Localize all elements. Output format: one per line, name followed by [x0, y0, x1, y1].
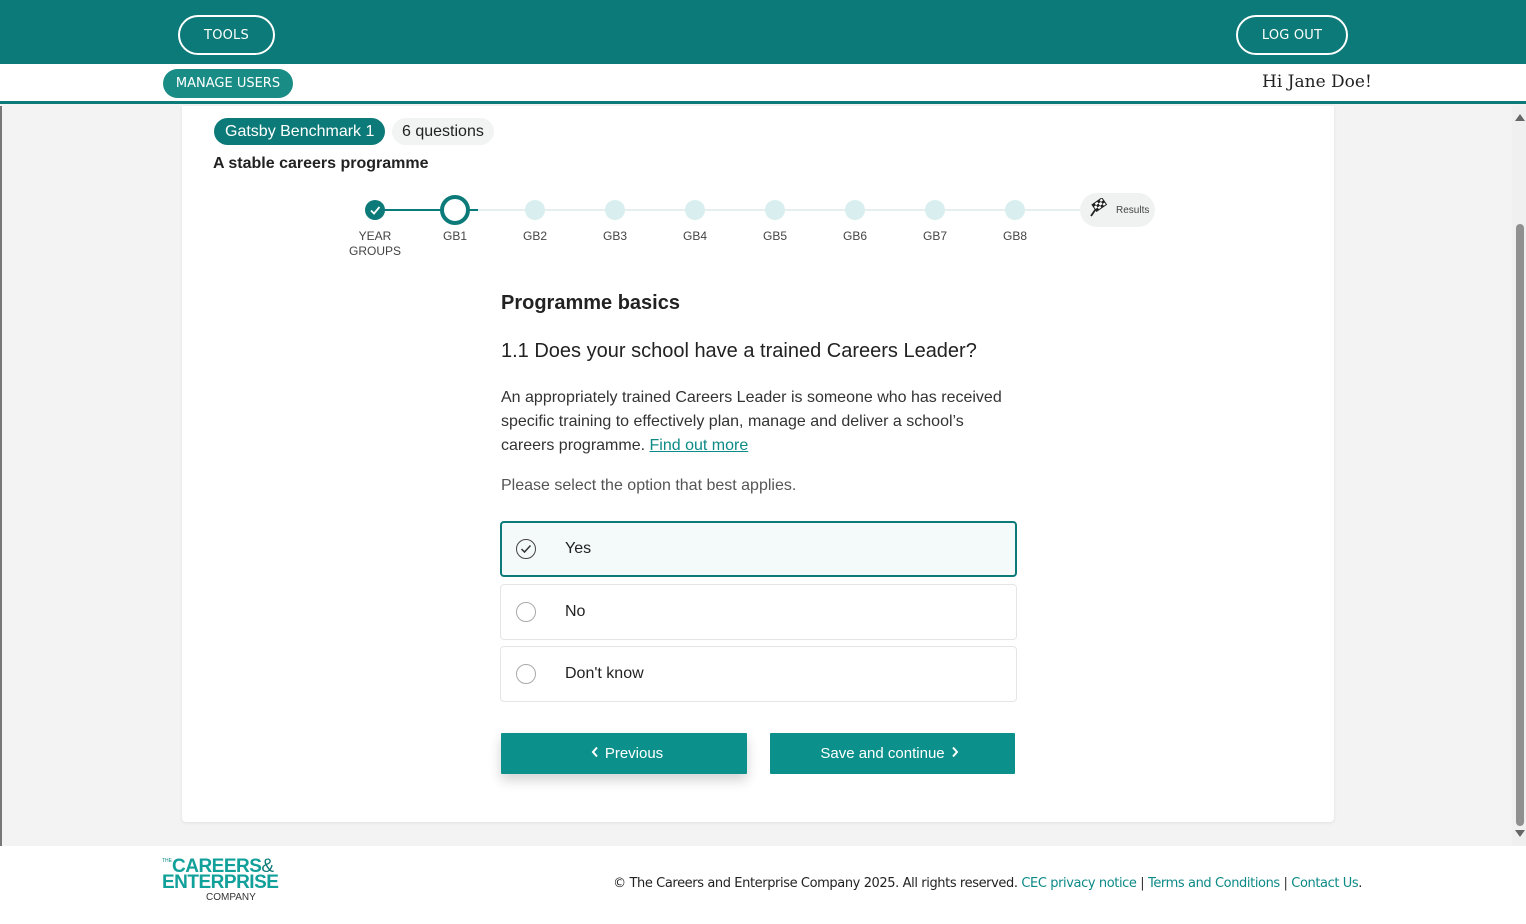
step-label: GB4 [682, 229, 707, 243]
logo-the: THE [162, 858, 172, 864]
save-and-continue-label: Save and continue [820, 745, 945, 762]
privacy-notice-link[interactable]: CEC privacy notice [1021, 876, 1137, 891]
separator: | [1140, 876, 1145, 891]
save-and-continue-button[interactable]: Save and continue [770, 733, 1015, 774]
footer-links: © The Careers and Enterprise Company 202… [613, 876, 1362, 891]
tools-button[interactable]: TOOLS [178, 15, 275, 55]
step-label: GB5 [762, 229, 787, 243]
step-upcoming-indicator[interactable] [845, 200, 865, 220]
checked-radio-icon [516, 539, 536, 559]
step-upcoming-indicator[interactable] [525, 200, 545, 220]
page-footer: THE CAREERS& ENTERPRISE COMPANY © The Ca… [0, 846, 1526, 924]
step-label: GB1 [442, 229, 467, 243]
question-card [182, 106, 1334, 822]
step-connector [855, 209, 935, 211]
step-connector [1015, 209, 1088, 211]
step-connector [615, 209, 695, 211]
contact-us-link[interactable]: Contact Us [1291, 876, 1358, 891]
radio-icon [516, 602, 536, 622]
step-label: GB3 [602, 229, 627, 243]
radio-icon [516, 664, 536, 684]
step-upcoming-indicator[interactable] [1005, 200, 1025, 220]
option-yes[interactable]: Yes [500, 521, 1017, 577]
step-label: YEAR GROUPS [348, 229, 401, 258]
careers-enterprise-logo[interactable]: THE CAREERS& ENTERPRISE COMPANY [162, 857, 279, 903]
separator: | [1283, 876, 1288, 891]
step-upcoming-indicator[interactable] [605, 200, 625, 220]
step-label: GB8 [1002, 229, 1027, 243]
section-heading: Programme basics [501, 292, 680, 314]
step-label: GB2 [522, 229, 547, 243]
period: . [1358, 876, 1362, 891]
chevron-right-icon [951, 745, 959, 763]
step-upcoming-indicator[interactable] [925, 200, 945, 220]
step-connector [775, 209, 855, 211]
terms-link[interactable]: Terms and Conditions [1148, 876, 1280, 891]
description-text: An appropriately trained Careers Leader … [501, 389, 1002, 454]
question-count-badge: 6 questions [392, 118, 494, 145]
option-dont-know[interactable]: Don't know [500, 646, 1017, 702]
previous-label: Previous [604, 745, 664, 762]
log-out-button[interactable]: LOG OUT [1236, 15, 1348, 55]
logo-line-3: COMPANY [206, 892, 256, 903]
logo-line-2: ENTERPRISE [162, 872, 279, 893]
copyright-text: © The Careers and Enterprise Company 202… [613, 876, 1018, 891]
step-complete-check-icon[interactable] [365, 200, 385, 220]
step-current-indicator[interactable] [440, 195, 470, 225]
sub-nav-bar: MANAGE USERS Hi Jane Doe! [0, 64, 1526, 104]
step-label: GB7 [922, 229, 947, 243]
window-edge [0, 106, 2, 846]
finish-flag-icon [1088, 196, 1108, 223]
vertical-scrollbar[interactable] [1512, 106, 1526, 846]
find-out-more-link[interactable]: Find out more [650, 437, 749, 454]
benchmark-badge: Gatsby Benchmark 1 [214, 118, 386, 145]
step-connector [695, 209, 775, 211]
option-label: Yes [565, 540, 592, 557]
results-label: Results [1116, 204, 1150, 216]
step-label: GB6 [842, 229, 867, 243]
scroll-down-arrow-icon[interactable] [1515, 830, 1525, 837]
step-connector [535, 209, 615, 211]
user-greeting: Hi Jane Doe! [1262, 72, 1372, 92]
benchmark-title: A stable careers programme [213, 155, 429, 172]
step-connector [935, 209, 1015, 211]
option-label: No [565, 603, 586, 620]
scroll-up-arrow-icon[interactable] [1515, 114, 1525, 121]
manage-users-button[interactable]: MANAGE USERS [163, 69, 293, 98]
question-title: 1.1 Does your school have a trained Care… [501, 340, 977, 362]
option-no[interactable]: No [500, 584, 1017, 640]
results-step[interactable]: Results [1080, 193, 1155, 227]
top-nav-bar: TOOLS LOG OUT [0, 0, 1526, 64]
step-upcoming-indicator[interactable] [685, 200, 705, 220]
scrollbar-thumb[interactable] [1516, 224, 1524, 826]
question-description: An appropriately trained Careers Leader … [501, 386, 1021, 458]
chevron-left-icon [591, 745, 599, 763]
step-upcoming-indicator[interactable] [765, 200, 785, 220]
option-label: Don't know [565, 665, 644, 682]
question-instruction: Please select the option that best appli… [501, 477, 797, 494]
previous-button[interactable]: Previous [501, 733, 747, 774]
